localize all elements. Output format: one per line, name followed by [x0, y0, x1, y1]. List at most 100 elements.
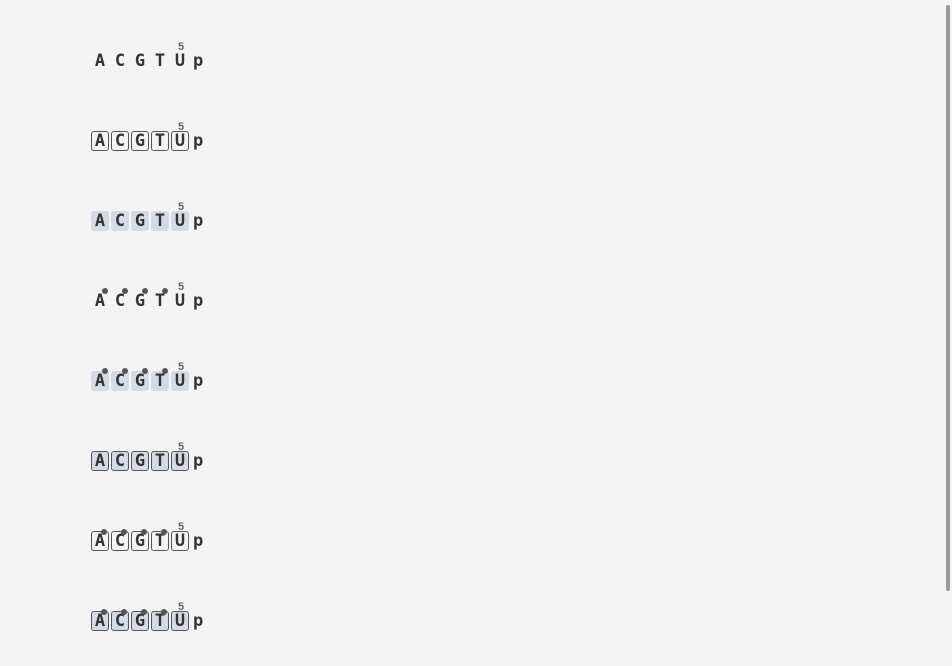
nucleotide-base[interactable]: C — [111, 609, 129, 631]
base-letter: U — [174, 131, 186, 151]
base-letter: T — [154, 451, 166, 471]
nucleotide-base[interactable]: C — [111, 131, 129, 151]
base-letter: T — [154, 371, 166, 391]
nucleotide-base[interactable]: C — [111, 51, 129, 71]
nucleotide-base[interactable]: G — [131, 451, 149, 471]
base-list: ACGTU — [91, 131, 191, 151]
nucleotide-base[interactable]: G — [131, 529, 149, 551]
base-letter: G — [134, 51, 146, 71]
base-list: ACGTU — [91, 451, 191, 471]
base-letter: T — [154, 131, 166, 151]
base-letter: U — [174, 531, 186, 551]
base-letter: A — [94, 131, 106, 151]
nucleotide-base[interactable]: A — [91, 529, 109, 551]
modification-dot-icon — [142, 368, 148, 374]
nucleotide-base[interactable]: G — [131, 51, 149, 71]
modification-dot-icon — [122, 288, 128, 294]
modification-dot-icon — [161, 609, 167, 615]
sequence-row: 5ACGTUp — [91, 361, 221, 395]
nucleotide-base[interactable]: T — [151, 131, 169, 151]
base-letter: A — [94, 291, 106, 311]
nucleotide-base[interactable]: A — [91, 131, 109, 151]
base-list: ACGTU — [91, 288, 191, 311]
base-letter: G — [134, 451, 146, 471]
phosphate-suffix: p — [193, 131, 204, 151]
base-list: ACGTU — [91, 211, 191, 231]
nucleotide-base[interactable]: A — [91, 211, 109, 231]
nucleotide-base[interactable]: G — [131, 211, 149, 231]
modification-dot-icon — [162, 368, 168, 374]
nucleotide-base[interactable]: G — [131, 368, 149, 391]
nucleotide-base[interactable]: T — [151, 288, 169, 311]
nucleotide-base[interactable]: U — [171, 451, 189, 471]
base-letter: A — [94, 371, 106, 391]
nucleotide-base[interactable]: A — [91, 368, 109, 391]
phosphate-suffix: p — [193, 371, 204, 391]
base-letter: C — [114, 291, 126, 311]
nucleotide-base[interactable]: T — [151, 609, 169, 631]
sequence-row: 5ACGTUp — [91, 201, 221, 235]
nucleotide-base[interactable]: C — [111, 288, 129, 311]
sequence-row: 5ACGTUp — [91, 521, 221, 555]
base-letter: U — [174, 51, 186, 71]
base-letter: C — [114, 51, 126, 71]
nucleotide-base[interactable]: C — [111, 451, 129, 471]
base-letter: A — [94, 211, 106, 231]
phosphate-suffix: p — [193, 51, 204, 71]
nucleotide-base[interactable]: T — [151, 529, 169, 551]
base-letter: U — [174, 291, 186, 311]
modification-dot-icon — [102, 288, 108, 294]
nucleotide-base[interactable]: A — [91, 609, 109, 631]
sequence-row: 5ACGTUp — [91, 441, 221, 475]
nucleotide-base[interactable]: G — [131, 288, 149, 311]
nucleotide-base[interactable]: T — [151, 51, 169, 71]
nucleotide-base[interactable]: U — [171, 291, 189, 311]
nucleotide-base[interactable]: C — [111, 529, 129, 551]
modification-dot-icon — [141, 529, 147, 535]
scrollbar-track[interactable] — [944, 0, 952, 666]
base-letter: U — [174, 451, 186, 471]
base-letter: C — [114, 371, 126, 391]
nucleotide-base[interactable]: A — [91, 51, 109, 71]
nucleotide-base[interactable]: T — [151, 368, 169, 391]
nucleotide-base[interactable]: U — [171, 371, 189, 391]
modification-dot-icon — [162, 288, 168, 294]
base-letter: A — [94, 451, 106, 471]
base-list: ACGTU — [91, 368, 191, 391]
modification-dot-icon — [102, 368, 108, 374]
nucleotide-base[interactable]: G — [131, 609, 149, 631]
phosphate-suffix: p — [193, 211, 204, 231]
base-letter: G — [134, 291, 146, 311]
base-letter: C — [114, 211, 126, 231]
sequence-row: 5ACGTUp — [91, 601, 221, 635]
nucleotide-base[interactable]: C — [111, 211, 129, 231]
nucleotide-base[interactable]: U — [171, 131, 189, 151]
phosphate-suffix: p — [193, 611, 204, 631]
base-letter: U — [174, 371, 186, 391]
nucleotide-base[interactable]: C — [111, 368, 129, 391]
nucleotide-base[interactable]: A — [91, 451, 109, 471]
nucleotide-base[interactable]: G — [131, 131, 149, 151]
nucleotide-base[interactable]: U — [171, 531, 189, 551]
nucleotide-base[interactable]: T — [151, 451, 169, 471]
base-letter: G — [134, 371, 146, 391]
modification-dot-icon — [122, 368, 128, 374]
nucleotide-base[interactable]: U — [171, 211, 189, 231]
base-list: ACGTU — [91, 529, 191, 551]
nucleotide-base[interactable]: A — [91, 288, 109, 311]
sequence-row: 5ACGTUp — [91, 121, 221, 155]
base-letter: U — [174, 611, 186, 631]
phosphate-suffix: p — [193, 451, 204, 471]
modification-dot-icon — [161, 529, 167, 535]
modification-dot-icon — [101, 609, 107, 615]
nucleotide-base[interactable]: T — [151, 211, 169, 231]
modification-dot-icon — [142, 288, 148, 294]
phosphate-suffix: p — [193, 531, 204, 551]
modification-dot-icon — [121, 529, 127, 535]
phosphate-suffix: p — [193, 291, 204, 311]
nucleotide-base[interactable]: U — [171, 611, 189, 631]
nucleotide-base[interactable]: U — [171, 51, 189, 71]
base-letter: A — [94, 51, 106, 71]
scrollbar-thumb[interactable] — [946, 5, 950, 591]
base-letter: T — [154, 51, 166, 71]
